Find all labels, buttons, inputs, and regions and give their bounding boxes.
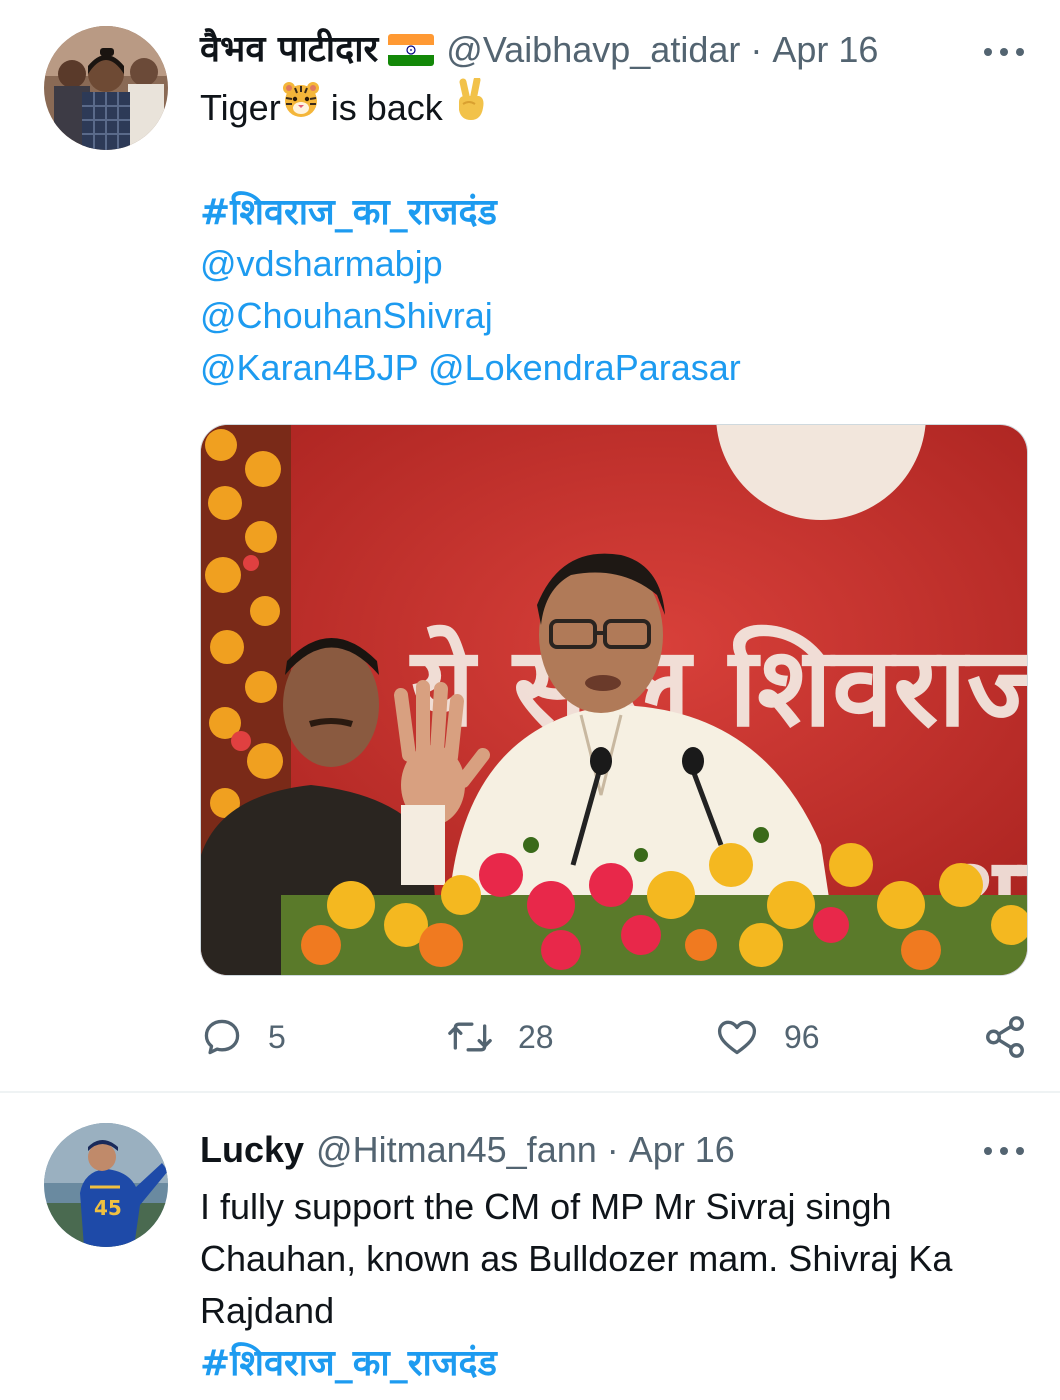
share-icon [986,1016,1024,1058]
tweet-media-image[interactable]: ये साल शिवराज श्रा [200,424,1028,976]
mention-link-chouhanshivraj[interactable]: @ChouhanShivraj [200,295,493,336]
retweet-icon [448,1022,492,1052]
more-options-icon[interactable] [984,1141,1024,1161]
heart-icon [717,1020,757,1055]
tweet-text-line: I fully support the CM of MP Mr Sivraj s… [200,1186,892,1227]
author-name[interactable]: वैभव पाटीदार [200,28,378,72]
more-options-icon[interactable] [984,42,1024,62]
author-handle[interactable]: @Hitman45_fann [316,1128,597,1172]
event-photo: ये साल शिवराज श्रा [201,425,1027,975]
reply-count: 5 [268,1018,286,1055]
avatar-photo-icon [44,26,168,150]
retweet-count: 28 [518,1018,554,1055]
separator-dot: · [606,1129,619,1170]
mention-link-vdsharmabjp[interactable]: @vdsharmabjp [200,243,443,284]
tweet-1[interactable]: वैभव पाटीदार @Vaibhavp_atidar · Apr 16 T… [0,0,1060,1092]
victory-hand-emoji-icon [453,76,489,136]
avatar[interactable] [44,26,168,150]
author-name[interactable]: Lucky [200,1128,304,1172]
tweet-header: वैभव पाटीदार @Vaibhavp_atidar · Apr 16 [200,28,878,72]
share-button[interactable] [982,1012,1028,1062]
tweet-text-line: Rajdand [200,1290,335,1331]
tweet-text-is-back: is back [320,87,453,128]
like-button[interactable]: 96 [714,1012,820,1062]
tweet-date[interactable]: Apr 16 [772,28,878,72]
retweet-button[interactable]: 28 [446,1012,554,1062]
tweet-text: Tiger is back #शिवराज_का_राजदंड @vdsharm… [200,76,1020,394]
separator-dot: · [750,29,763,70]
reply-icon [204,1019,240,1055]
tweet-actions: 5 28 96 [200,1012,1030,1062]
tweet-text-tiger: Tiger [200,87,281,128]
tweet-text: I fully support the CM of MP Mr Sivraj s… [200,1181,1020,1389]
tweet-2[interactable]: 45 Lucky @Hitman45_fann · Apr 16 I fully… [0,1093,1060,1400]
tweet-first-line: Tiger is back [200,76,1020,134]
like-count: 96 [784,1018,820,1055]
tiger-face-emoji-icon [281,80,321,134]
tweet-text-line: Chauhan, known as Bulldozer mam. Shivraj… [200,1238,953,1279]
tweet-header: Lucky @Hitman45_fann · Apr 16 [200,1128,735,1172]
avatar-photo-icon: 45 [44,1123,168,1247]
reply-button[interactable]: 5 [200,1012,286,1062]
jersey-number: 45 [94,1196,122,1220]
avatar[interactable]: 45 [44,1123,168,1247]
mention-link-lokendraparasar[interactable]: @LokendraParasar [428,347,741,388]
author-handle[interactable]: @Vaibhavp_atidar [446,28,740,72]
mention-link-karan4bjp[interactable]: @Karan4BJP [200,347,418,388]
hashtag-link[interactable]: #शिवराज_का_राजदंड [200,1343,497,1384]
tweet-date[interactable]: Apr 16 [629,1128,735,1172]
hashtag-link[interactable]: #शिवराज_का_राजदंड [200,192,497,233]
india-flag-icon [388,34,435,66]
